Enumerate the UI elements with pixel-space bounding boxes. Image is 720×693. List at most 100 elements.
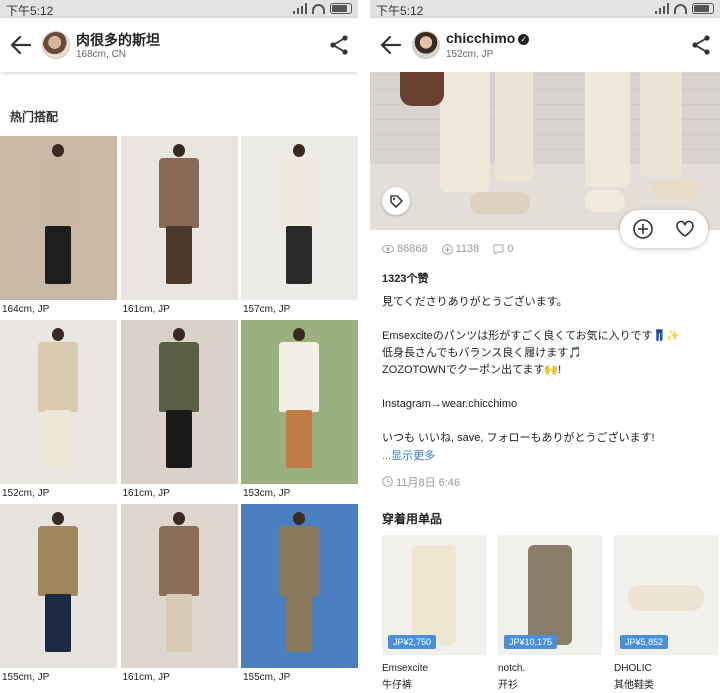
item-price: JP¥2,750	[388, 635, 437, 649]
user-avatar[interactable]	[412, 31, 440, 59]
item-category: 开衫	[498, 680, 518, 691]
outfit-caption: 155cm, JP	[243, 672, 291, 683]
description-line: 見てくださりありがとうございます。	[382, 296, 568, 308]
outfit-photo	[120, 136, 238, 300]
description-line: 低身長さんでもバランス良く履けます🎵	[382, 347, 582, 359]
app-bar: chicchimo ✓ 152cm, JP	[370, 18, 720, 72]
description-line: Instagram→wear.chicchimo	[382, 398, 518, 410]
signal-icon	[655, 3, 669, 14]
battery-icon	[692, 3, 714, 14]
outfit-card[interactable]: 161cm, JP	[120, 320, 238, 499]
description-line: いつも いいね, save, フォローもありがとうございます!	[382, 432, 655, 444]
outfit-card[interactable]: 157cm, JP	[241, 136, 358, 315]
right-screen: 下午5:12 chicchimo ✓ 152cm, JP 86868 1138 0	[370, 0, 720, 693]
heart-icon[interactable]	[674, 218, 696, 240]
item-brand: Emsexcite	[382, 663, 429, 674]
description-spacer	[382, 311, 712, 328]
figure-coat	[158, 342, 199, 412]
figure-coat	[38, 158, 78, 228]
item-shape	[528, 545, 572, 645]
description-line: ZOZOTOWNでクーポン出てます🙌!	[382, 364, 562, 376]
signal-icon	[293, 3, 307, 14]
outfit-card[interactable]: 155cm, JP	[241, 504, 358, 683]
user-meta: 168cm, CN	[76, 49, 127, 60]
outfit-caption: 161cm, JP	[122, 304, 170, 315]
comment-icon	[493, 244, 504, 255]
outfit-caption: 152cm, JP	[2, 488, 50, 499]
figure-head	[293, 144, 305, 157]
figure-legs	[165, 226, 192, 284]
user-meta: 152cm, JP	[446, 49, 494, 60]
figure-legs	[45, 226, 71, 284]
figure-legs	[45, 410, 71, 468]
item-photo: JP¥5,852	[614, 535, 718, 655]
outfit-photo	[241, 504, 358, 668]
item-shape	[412, 545, 456, 645]
user-name[interactable]: 肉很多的斯坦	[76, 30, 160, 50]
pants-left-leg-2	[495, 72, 533, 182]
verified-icon: ✓	[518, 34, 530, 45]
figure-legs	[165, 594, 192, 652]
outfit-caption: 155cm, JP	[2, 672, 50, 683]
status-bar: 下午5:12	[0, 0, 358, 18]
outfit-photo[interactable]	[370, 72, 720, 230]
outfit-caption: 161cm, JP	[122, 672, 170, 683]
figure-head	[293, 328, 305, 341]
battery-icon	[330, 3, 352, 14]
left-screen: 下午5:12 肉很多的斯坦 168cm, CN 热门搭配 164cm, JP 16…	[0, 0, 358, 693]
figure-coat	[279, 526, 319, 596]
figure-legs	[286, 226, 312, 284]
show-more-link[interactable]: ...显示更多	[382, 447, 435, 463]
outfit-photo	[0, 504, 117, 668]
item-card[interactable]: JP¥5,852 DHOLIC 其他鞋类	[614, 535, 718, 691]
figure-head	[172, 328, 185, 341]
figure-head	[52, 144, 64, 157]
outfit-photo	[241, 136, 358, 300]
figure-coat	[158, 526, 199, 596]
add-icon[interactable]	[632, 218, 654, 240]
eye-icon	[382, 244, 394, 254]
outfit-photo	[0, 136, 117, 300]
user-avatar[interactable]	[42, 31, 70, 59]
post-time: 11月8日 6:46	[382, 474, 460, 490]
item-brand: notch.	[498, 663, 526, 674]
item-photo: JP¥10,175	[498, 535, 602, 655]
back-arrow-icon[interactable]	[378, 32, 404, 58]
outfit-card[interactable]: 161cm, JP	[120, 504, 238, 683]
pants-right-leg-2	[640, 72, 682, 177]
figure-head	[172, 512, 185, 525]
description-spacer	[382, 379, 712, 396]
section-title: 热门搭配	[10, 110, 59, 124]
outfit-card[interactable]: 161cm, JP	[120, 136, 238, 315]
wifi-icon	[312, 3, 325, 14]
share-icon[interactable]	[690, 34, 712, 56]
back-arrow-icon[interactable]	[8, 32, 34, 58]
figure-coat	[279, 342, 319, 412]
clock-icon	[382, 476, 393, 487]
figure-head	[293, 512, 305, 525]
figure-head	[52, 328, 64, 341]
figure-coat	[158, 158, 199, 228]
item-brand: DHOLIC	[614, 663, 652, 674]
shoe	[585, 190, 625, 212]
item-category: 其他鞋类	[614, 680, 654, 691]
outfit-caption: 157cm, JP	[243, 304, 291, 315]
description-spacer	[382, 413, 712, 430]
shoe	[652, 180, 702, 200]
outfit-card[interactable]: 153cm, JP	[241, 320, 358, 499]
item-photo: JP¥2,750	[382, 535, 486, 655]
item-shape	[628, 585, 704, 611]
item-card[interactable]: JP¥2,750 Emsexcite 牛仔裤	[382, 535, 486, 691]
item-card[interactable]: JP¥10,175 notch. 开衫	[498, 535, 602, 691]
user-name[interactable]: chicchimo ✓	[446, 30, 530, 46]
outfit-card[interactable]: 164cm, JP	[0, 136, 117, 315]
outfit-caption: 153cm, JP	[243, 488, 291, 499]
pants-right-leg	[585, 72, 630, 187]
outfit-caption: 164cm, JP	[2, 304, 50, 315]
outfit-card[interactable]: 155cm, JP	[0, 504, 117, 683]
outfit-card[interactable]: 152cm, JP	[0, 320, 117, 499]
figure-coat	[38, 526, 78, 596]
tag-icon[interactable]	[382, 187, 410, 215]
figure-head	[172, 144, 185, 157]
share-icon[interactable]	[328, 34, 350, 56]
